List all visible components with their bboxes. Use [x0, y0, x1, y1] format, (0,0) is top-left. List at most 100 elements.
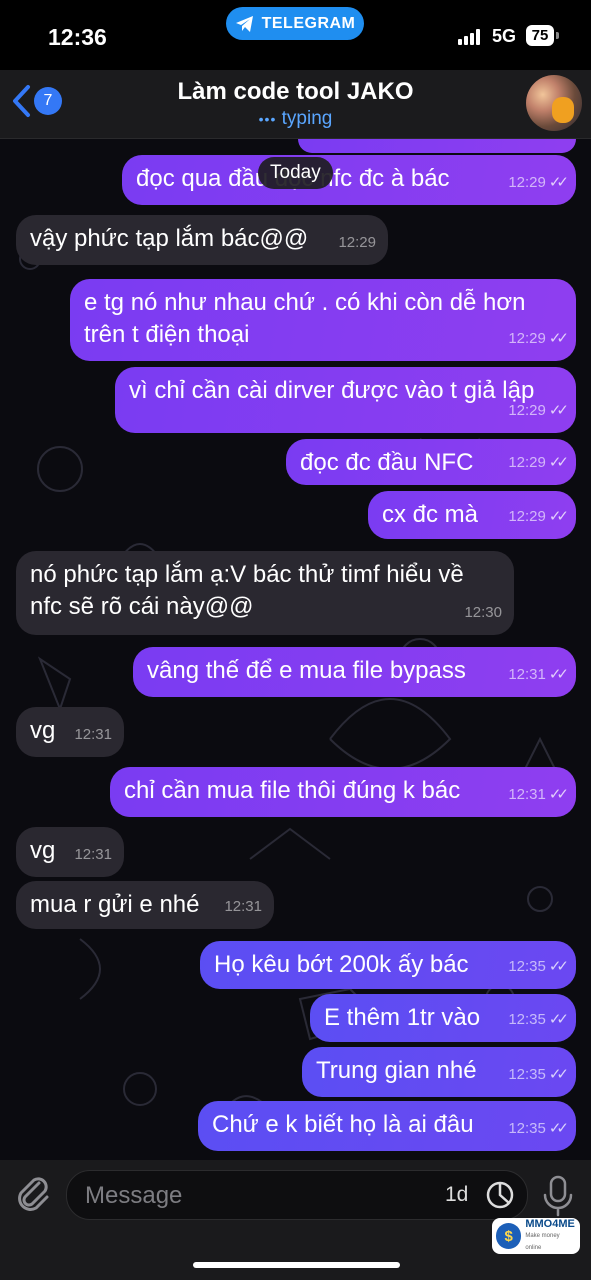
read-checkmarks-icon: ✓✓ [548, 330, 569, 347]
message-time: 12:35 [508, 1120, 546, 1137]
message-time: 12:29 [338, 234, 376, 251]
read-checkmarks-icon: ✓✓ [548, 958, 569, 975]
message-text: Trung gian nhé [316, 1057, 477, 1084]
message-meta: 12:35 ✓✓ [508, 1113, 569, 1145]
outgoing-message[interactable]: vì chỉ cần cài dirver được vào t giả lập… [115, 367, 576, 433]
outgoing-message[interactable]: e tg nó như nhau chứ . có khi còn dễ hơn… [70, 279, 576, 361]
outgoing-message[interactable]: Trung gian nhé 12:35 ✓✓ [302, 1047, 576, 1097]
outgoing-message[interactable]: E thêm 1tr vào 12:35 ✓✓ [310, 994, 576, 1042]
message-meta: 12:31 [74, 839, 112, 871]
read-checkmarks-icon: ✓✓ [548, 402, 569, 419]
incoming-message[interactable]: mua r gửi e nhé 12:31 [16, 881, 274, 929]
outgoing-message[interactable]: đọc đc đầu NFC 12:29 ✓✓ [286, 439, 576, 485]
message-time: 12:30 [464, 604, 502, 621]
message-meta: 12:31 ✓✓ [508, 779, 569, 811]
read-checkmarks-icon: ✓✓ [548, 508, 569, 525]
message-meta: 12:29✓✓ [508, 447, 569, 479]
message-text: cx đc mà [382, 501, 479, 528]
message-time: 12:29 [508, 508, 546, 525]
message-input[interactable]: Message 1d [66, 1170, 528, 1220]
timer-icon[interactable] [484, 1179, 516, 1211]
outgoing-message[interactable]: vâng thế để e mua file bypass 12:31 ✓✓ [133, 647, 576, 697]
message-meta: 12:29✓✓ [508, 167, 569, 199]
message-meta: 12:35 ✓✓ [508, 1004, 569, 1036]
outgoing-message[interactable]: chỉ cần mua file thôi đúng k bác 12:31 ✓✓ [110, 767, 576, 817]
message-time: 12:31 [74, 846, 112, 863]
message-meta: 12:29 [338, 227, 376, 259]
message-list[interactable]: 12:29✓✓đọc qua đầu đọc nfc đc à bác12:29… [0, 139, 591, 1160]
message-text: chỉ cần mua file thôi đúng k bác [124, 777, 461, 804]
message-time: 12:35 [508, 958, 546, 975]
outgoing-message[interactable]: Họ kêu bớt 200k ấy bác 12:35 ✓✓ [200, 941, 576, 989]
outgoing-message[interactable]: cx đc mà 12:29 ✓✓ [368, 491, 576, 539]
autodelete-timer-label: 1d [445, 1183, 469, 1206]
incoming-message[interactable]: vg 12:31 [16, 827, 124, 877]
outgoing-message[interactable]: đọc qua đầu đọc nfc đc à bác12:29✓✓ [122, 155, 576, 205]
message-text: vg [30, 717, 56, 744]
message-text: Họ kêu bớt 200k ấy bác [214, 951, 469, 978]
date-separator: Today [258, 157, 333, 189]
message-meta: 12:29✓✓ [508, 323, 569, 355]
message-time: 12:31 [224, 898, 262, 915]
message-time: 12:29 [508, 174, 546, 191]
message-time: 12:31 [508, 786, 546, 803]
read-checkmarks-icon: ✓✓ [549, 139, 564, 147]
message-meta: 12:29✓✓ [508, 395, 569, 427]
telegram-pill-label: TELEGRAM [261, 14, 356, 32]
typing-label: typing [281, 108, 333, 129]
message-text: đọc đc đầu NFC [300, 449, 474, 476]
network-label: 5G [492, 26, 517, 46]
incoming-message[interactable]: vậy phức tạp lắm bác@@ 12:29 [16, 215, 388, 265]
message-text: mua r gửi e nhé [30, 891, 200, 918]
outgoing-message[interactable]: Chứ e k biết họ là ai đâu 12:35 ✓✓ [198, 1101, 576, 1151]
dollar-icon: $ [496, 1223, 522, 1249]
status-time: 12:36 [48, 24, 107, 50]
typing-status: ••• typing [0, 108, 591, 130]
message-time: 12:31 [74, 726, 112, 743]
telegram-pill[interactable]: TELEGRAM [226, 7, 364, 40]
message-time: 12:35 [508, 1011, 546, 1028]
read-checkmarks-icon: ✓✓ [548, 666, 569, 683]
message-time: 12:31 [508, 666, 546, 683]
incoming-message[interactable]: nó phức tạp lắm ạ:V bác thử timf hiểu về… [16, 551, 514, 635]
message-meta: 12:31 [224, 891, 262, 923]
battery-icon: 75 [526, 25, 559, 46]
message-text: Chứ e k biết họ là ai đâu [212, 1111, 474, 1138]
message-text: vậy phức tạp lắm bác@@ [30, 225, 309, 252]
message-text: vg [30, 837, 56, 864]
message-text: vì chỉ cần cài dirver được vào t giả lập [129, 377, 535, 404]
message-text: E thêm 1tr vào [324, 1004, 481, 1031]
message-meta: 12:29✓✓ [508, 501, 569, 533]
read-checkmarks-icon: ✓✓ [548, 1011, 569, 1028]
message-meta: 12:35 ✓✓ [508, 1059, 569, 1091]
telegram-icon [235, 15, 253, 32]
message-meta: 12:30 [464, 597, 502, 629]
watermark-logo: $ MMO4ME Make money online [492, 1218, 580, 1254]
message-meta: 12:29✓✓ [508, 139, 564, 147]
avatar[interactable] [526, 75, 582, 131]
message-time: 12:35 [508, 1066, 546, 1083]
chat-header: 7 Làm code tool JAKO ••• typing [0, 70, 591, 139]
watermark-brand: MMO4ME [525, 1218, 575, 1230]
incoming-message[interactable]: vg 12:31 [16, 707, 124, 757]
read-checkmarks-icon: ✓✓ [548, 786, 569, 803]
message-meta: 12:31 ✓✓ [508, 659, 569, 691]
outgoing-message[interactable]: 12:29✓✓ [298, 139, 576, 153]
typing-dots-icon: ••• [258, 111, 277, 127]
read-checkmarks-icon: ✓✓ [548, 454, 569, 471]
read-checkmarks-icon: ✓✓ [548, 174, 569, 191]
message-text: nó phức tạp lắm ạ:V bác thử timf hiểu về… [30, 561, 464, 620]
message-time: 12:29 [508, 139, 546, 147]
chat-title[interactable]: Làm code tool JAKO [0, 78, 591, 106]
microphone-icon[interactable] [540, 1174, 576, 1218]
message-placeholder: Message [85, 1182, 183, 1209]
message-text: e tg nó như nhau chứ . có khi còn dễ hơn… [84, 289, 526, 348]
message-meta: 12:35 ✓✓ [508, 951, 569, 983]
read-checkmarks-icon: ✓✓ [548, 1120, 569, 1137]
paperclip-icon[interactable] [14, 1174, 52, 1214]
status-bar: 12:36 TELEGRAM 5G 75 [0, 0, 591, 70]
home-indicator [193, 1262, 400, 1268]
signal-icon [458, 29, 480, 45]
message-time: 12:29 [508, 454, 546, 471]
message-text: vâng thế để e mua file bypass [147, 657, 466, 684]
